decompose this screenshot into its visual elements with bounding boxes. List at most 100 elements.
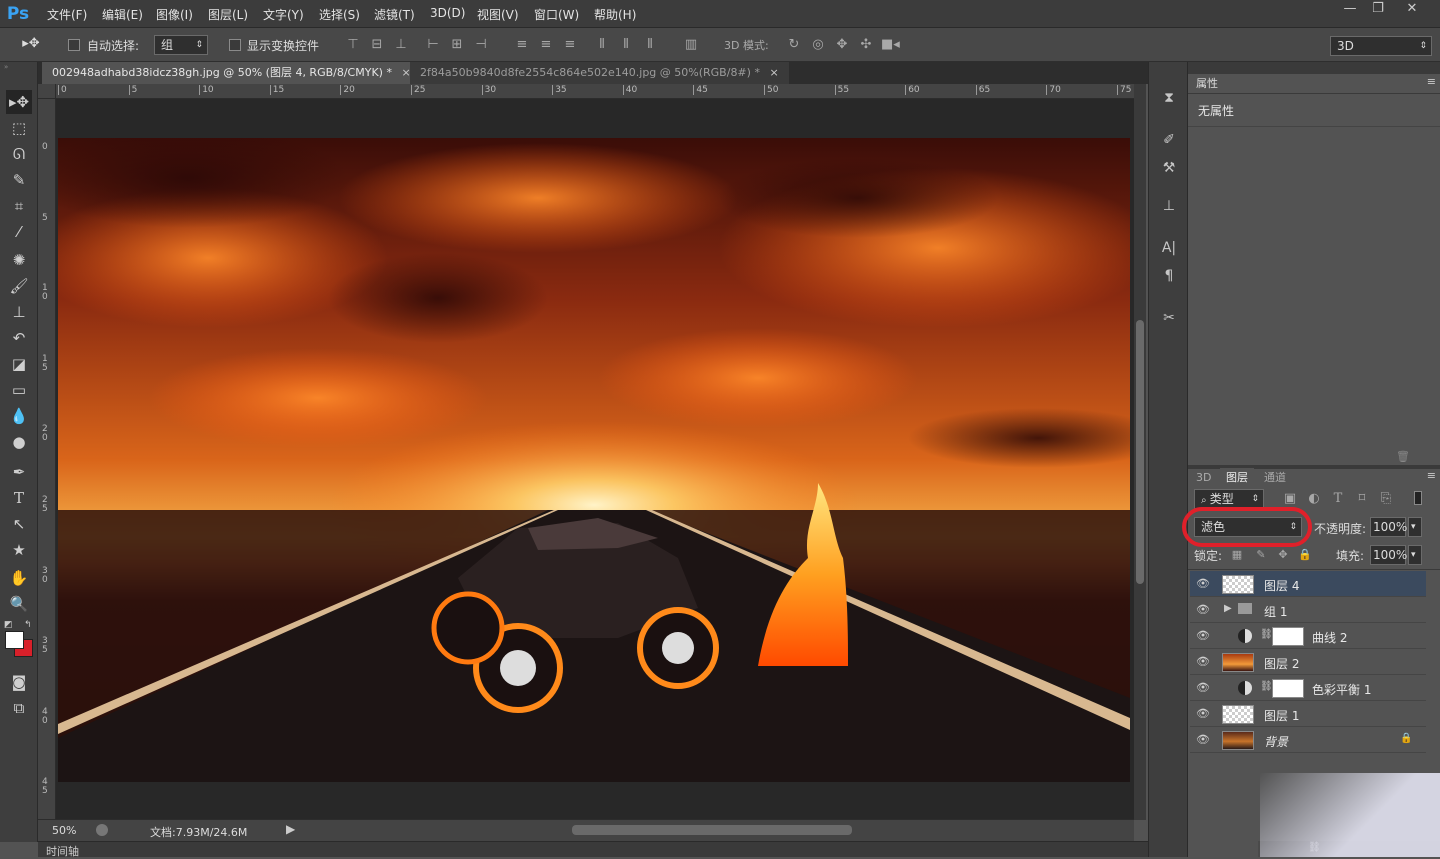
- lock-all-icon[interactable]: 🔒: [1298, 546, 1312, 564]
- filter-pixel-icon[interactable]: ▣: [1282, 490, 1298, 508]
- menu-window[interactable]: 窗口(W): [534, 6, 579, 23]
- type-tool-icon[interactable]: T: [6, 486, 32, 510]
- visibility-eye-icon[interactable]: 👁: [1196, 603, 1210, 617]
- gradient-tool-icon[interactable]: ▭: [6, 378, 32, 402]
- distribute-top-icon[interactable]: ≡: [515, 36, 529, 54]
- layer-row-background[interactable]: 👁 背景 🔒: [1190, 727, 1426, 753]
- dodge-tool-icon[interactable]: ●: [6, 430, 32, 454]
- distribute-bottom-icon[interactable]: ≡: [563, 36, 577, 54]
- distribute-left-icon[interactable]: ⦀: [595, 36, 609, 54]
- blur-tool-icon[interactable]: 💧: [6, 404, 32, 428]
- quick-select-tool-icon[interactable]: ✎: [6, 168, 32, 192]
- layer-mask-thumbnail[interactable]: [1272, 679, 1304, 698]
- vertical-scrollbar[interactable]: [1134, 84, 1146, 820]
- layer-row-layer4[interactable]: 👁 图层 4: [1190, 571, 1426, 597]
- filter-toggle[interactable]: [1414, 491, 1422, 505]
- lock-transparent-icon[interactable]: ▦: [1230, 546, 1244, 564]
- distribute-hcenter-icon[interactable]: ⦀: [619, 36, 633, 54]
- filter-smart-icon[interactable]: ⎘: [1378, 490, 1394, 508]
- visibility-eye-icon[interactable]: 👁: [1196, 655, 1210, 669]
- workspace-dropdown[interactable]: 3D ⇕: [1330, 36, 1432, 56]
- menu-filter[interactable]: 滤镜(T): [374, 6, 415, 23]
- paragraph-panel-icon[interactable]: ¶: [1157, 264, 1181, 288]
- layer-row-layer1[interactable]: 👁 图层 1: [1190, 701, 1426, 727]
- tab-document-2[interactable]: 2f84a50b9840d8fe2554c864e502e140.jpg @ 5…: [410, 62, 789, 84]
- marquee-tool-icon[interactable]: ⬚: [6, 116, 32, 140]
- panel-menu-icon[interactable]: ≡: [1427, 75, 1436, 88]
- eraser-tool-icon[interactable]: ◪: [6, 352, 32, 376]
- scrollbar-thumb[interactable]: [1136, 320, 1144, 584]
- layer-filter-dropdown[interactable]: ⌕ 类型 ⇕: [1194, 489, 1264, 509]
- move-tool-icon[interactable]: ▸✥: [6, 90, 32, 114]
- pen-tool-icon[interactable]: ✒: [6, 460, 32, 484]
- show-transform-checkbox[interactable]: [229, 39, 241, 51]
- document-canvas[interactable]: [58, 138, 1130, 782]
- scrollbar-thumb[interactable]: [572, 825, 852, 835]
- menu-edit[interactable]: 编辑(E): [102, 6, 143, 23]
- layer-mask-thumbnail[interactable]: [1272, 627, 1304, 646]
- tab-3d[interactable]: 3D: [1190, 468, 1217, 488]
- close-icon[interactable]: ×: [769, 66, 778, 79]
- auto-align-icon[interactable]: ▥: [684, 36, 698, 54]
- fill-input[interactable]: 100%: [1370, 545, 1407, 565]
- menu-image[interactable]: 图像(I): [156, 6, 193, 23]
- tab-channels[interactable]: 通道: [1258, 468, 1292, 488]
- zoom-tool-icon[interactable]: 🔍: [6, 592, 32, 616]
- align-bottom-icon[interactable]: ⊥: [394, 36, 408, 54]
- opacity-input[interactable]: 100%: [1370, 517, 1407, 537]
- menu-view[interactable]: 视图(V): [477, 6, 519, 23]
- visibility-eye-icon[interactable]: 👁: [1196, 577, 1210, 591]
- menu-3d[interactable]: 3D(D): [430, 6, 465, 20]
- clone-source-icon[interactable]: ⊥: [1157, 194, 1181, 218]
- auto-select-dropdown[interactable]: 组 ⇕: [154, 35, 208, 55]
- align-top-icon[interactable]: ⊤: [346, 36, 360, 54]
- move-tool-preset-icon[interactable]: ▸✥: [18, 35, 44, 53]
- tab-layers[interactable]: 图层: [1220, 468, 1254, 488]
- lasso-tool-icon[interactable]: ᘏ: [6, 142, 32, 166]
- 3d-roll-icon[interactable]: ◎: [809, 36, 827, 54]
- path-select-tool-icon[interactable]: ↖: [6, 512, 32, 536]
- hand-tool-icon[interactable]: ✋: [6, 566, 32, 590]
- history-panel-icon[interactable]: ⧗: [1157, 86, 1181, 110]
- tool-presets-icon[interactable]: ⚒: [1157, 156, 1181, 180]
- visibility-eye-icon[interactable]: 👁: [1196, 681, 1210, 695]
- 3d-pan-icon[interactable]: ✥: [833, 36, 851, 54]
- default-colors-icon[interactable]: ◩: [4, 620, 13, 630]
- healing-brush-tool-icon[interactable]: ✺: [6, 248, 32, 272]
- 3d-scale-icon[interactable]: ■◂: [881, 36, 900, 54]
- zoom-level[interactable]: 50%: [52, 824, 76, 837]
- align-vcenter-icon[interactable]: ⊟: [370, 36, 384, 54]
- layer-row-curves2[interactable]: 👁 ⛓ 曲线 2: [1190, 623, 1426, 649]
- menu-select[interactable]: 选择(S): [319, 6, 360, 23]
- horizontal-scrollbar[interactable]: [304, 824, 1124, 836]
- tab-properties[interactable]: 属性: [1190, 74, 1224, 94]
- menu-type[interactable]: 文字(Y): [263, 6, 304, 23]
- auto-select-checkbox[interactable]: [68, 39, 80, 51]
- brush-tool-icon[interactable]: 🖌: [6, 274, 32, 298]
- layer-row-group1[interactable]: 👁 ▶ 组 1: [1190, 597, 1426, 623]
- vertical-ruler[interactable]: 0 5 10 15 20 25 30 35 40 45: [38, 99, 56, 819]
- layer-row-layer2[interactable]: 👁 图层 2: [1190, 649, 1426, 675]
- swap-colors-icon[interactable]: ↰: [24, 620, 32, 630]
- history-brush-tool-icon[interactable]: ↶: [6, 326, 32, 350]
- stamp-tool-icon[interactable]: ⊥: [6, 300, 32, 324]
- opacity-slider-button[interactable]: ▾: [1408, 517, 1422, 537]
- chain-link-icon[interactable]: ⛓: [1260, 681, 1273, 692]
- trash-icon[interactable]: 🗑: [1396, 450, 1410, 463]
- screen-mode-icon[interactable]: ⧉: [6, 696, 32, 720]
- panel-menu-icon[interactable]: ≡: [1427, 469, 1436, 482]
- menu-file[interactable]: 文件(F): [47, 6, 87, 23]
- lock-pixels-icon[interactable]: ✎: [1254, 546, 1268, 564]
- filter-shape-icon[interactable]: ⌑: [1354, 490, 1370, 508]
- align-left-icon[interactable]: ⊢: [426, 36, 440, 54]
- visibility-eye-icon[interactable]: 👁: [1196, 629, 1210, 643]
- 3d-slide-icon[interactable]: ✣: [857, 36, 875, 54]
- menu-help[interactable]: 帮助(H): [594, 6, 636, 23]
- status-menu-arrow-icon[interactable]: ▶: [286, 822, 295, 836]
- lock-position-icon[interactable]: ✥: [1276, 546, 1290, 564]
- filter-adjustment-icon[interactable]: ◐: [1306, 490, 1322, 508]
- 3d-rotate-icon[interactable]: ↻: [785, 36, 803, 54]
- fill-slider-button[interactable]: ▾: [1408, 545, 1422, 565]
- visibility-eye-icon[interactable]: 👁: [1196, 707, 1210, 721]
- filter-type-icon[interactable]: T: [1330, 490, 1346, 508]
